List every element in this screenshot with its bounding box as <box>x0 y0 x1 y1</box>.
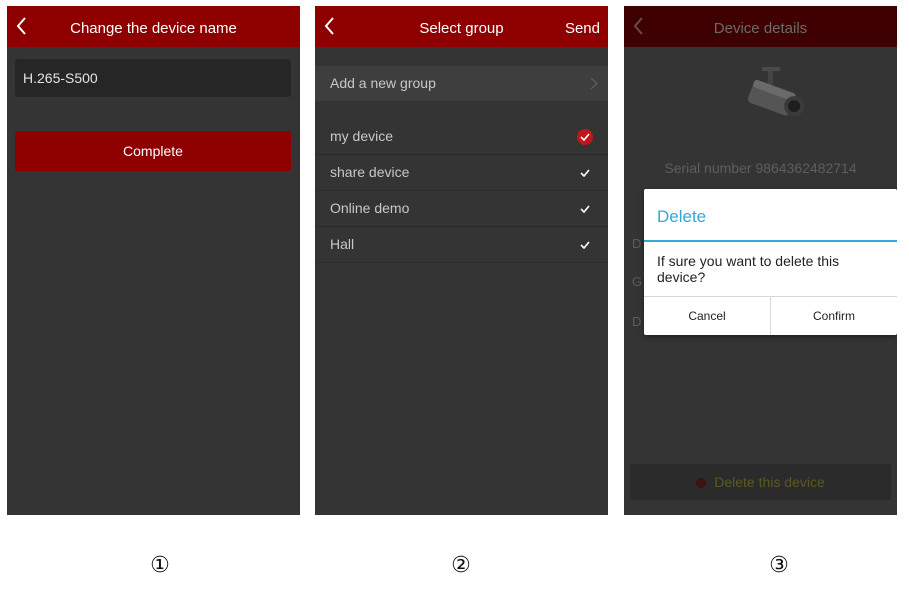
delete-device-button[interactable]: Delete this device <box>630 464 891 500</box>
step-label: ③ <box>769 553 789 578</box>
serial-number: Serial number 9864362482714 <box>664 160 857 176</box>
checkmark-icon[interactable] <box>577 165 593 181</box>
group-item[interactable]: Hall <box>315 227 608 263</box>
checkmark-icon[interactable] <box>577 201 593 217</box>
row-label-partial: D <box>632 236 642 251</box>
change-name-screen: Change the device name H.265-S500 Comple… <box>7 6 300 515</box>
cancel-button[interactable]: Cancel <box>644 297 770 335</box>
page-title: Change the device name <box>70 20 237 37</box>
device-details-screen: Device details Serial number 98643624827… <box>624 6 897 515</box>
send-button[interactable]: Send <box>565 6 600 51</box>
delete-device-label: Delete this device <box>714 474 825 490</box>
group-label: share device <box>330 164 410 180</box>
group-label: Online demo <box>330 200 410 216</box>
checkmark-icon[interactable] <box>577 237 593 253</box>
group-label: my device <box>330 128 394 144</box>
confirm-button[interactable]: Confirm <box>770 297 897 335</box>
add-new-group-item[interactable]: Add a new group <box>315 66 608 101</box>
chevron-right-icon <box>590 77 598 90</box>
dialog-divider <box>644 240 897 242</box>
page-title: Device details <box>713 20 808 37</box>
group-list: my device share device Online demo Hall <box>315 119 608 263</box>
header-bar: Select group Send <box>315 6 608 47</box>
step-label: ② <box>451 553 471 578</box>
delete-icon <box>696 478 707 488</box>
header-bar: Device details <box>624 6 897 47</box>
dialog-title: Delete <box>657 207 707 226</box>
row-label-partial: G <box>632 274 643 289</box>
delete-dialog: Delete If sure you want to delete this d… <box>644 189 897 335</box>
step-label: ① <box>150 553 170 578</box>
group-item[interactable]: Online demo <box>315 191 608 227</box>
device-name-input[interactable]: H.265-S500 <box>15 59 291 97</box>
add-new-group-label: Add a new group <box>330 75 436 91</box>
header-bar: Change the device name <box>7 6 300 47</box>
row-label-partial: D <box>632 314 642 329</box>
select-group-screen: Select group Send Add a new group my dev… <box>315 6 608 515</box>
checkmark-icon[interactable] <box>577 129 593 145</box>
dialog-message: If sure you want to delete this device? <box>657 253 840 285</box>
complete-button[interactable]: Complete <box>15 131 291 171</box>
dialog-buttons: Cancel Confirm <box>644 296 897 335</box>
group-label: Hall <box>330 236 355 252</box>
group-item[interactable]: my device <box>315 119 608 155</box>
camera-icon <box>747 67 805 117</box>
group-item[interactable]: share device <box>315 155 608 191</box>
